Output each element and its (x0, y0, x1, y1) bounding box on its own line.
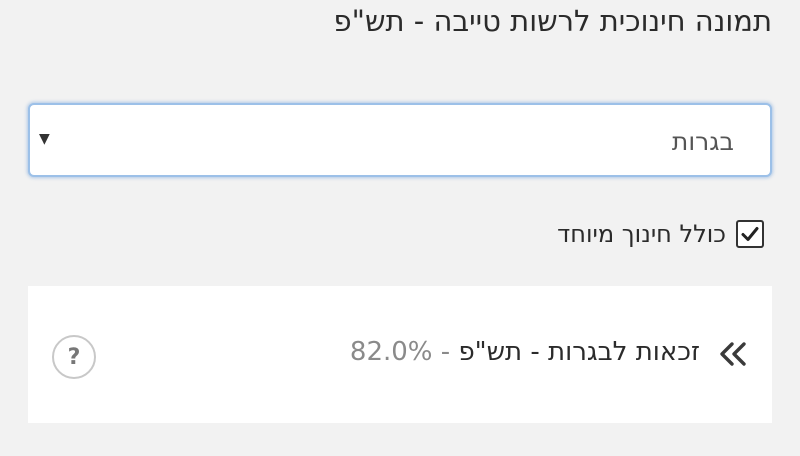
metric-type-select[interactable]: בגרות ▼ (28, 103, 772, 177)
metric-value: 82.0% (349, 337, 433, 367)
metric-text: זכאות לבגרות - תש"פ - 82.0% (350, 337, 700, 367)
dropdown-arrow-icon: ▼ (39, 131, 50, 147)
metric-title: זכאות לבגרות - תש"פ (458, 337, 700, 367)
special-ed-checkbox[interactable] (736, 220, 764, 248)
select-value: בגרות (671, 127, 734, 156)
help-icon[interactable]: ? (52, 335, 96, 379)
metric-card[interactable]: זכאות לבגרות - תש"פ - 82.0% ? (28, 286, 772, 423)
special-ed-label: כולל חינוך מיוחד (557, 220, 726, 248)
metric-separator: - (440, 337, 451, 367)
special-ed-toggle[interactable]: כולל חינוך מיוחד (557, 216, 764, 252)
page-title: תמונה חינוכית לרשות טייבה - תש"פ (333, 4, 773, 38)
double-chevron-left-icon[interactable] (718, 339, 748, 369)
checkmark-icon (741, 227, 759, 241)
